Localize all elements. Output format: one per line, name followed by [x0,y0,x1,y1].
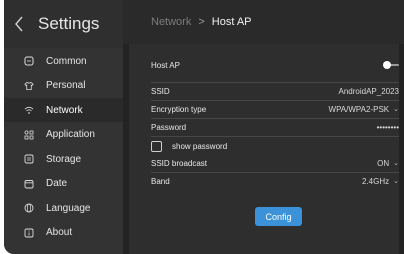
apps-icon [24,129,34,140]
breadcrumb-separator: > [198,16,205,28]
square-icon [24,56,34,66]
sidebar-item-label: Language [46,202,91,214]
host-ap-label: Host AP [151,60,180,70]
page-title: Host AP [211,16,252,28]
sidebar-item-label: Network [46,104,83,116]
ssid-broadcast-label: SSID broadcast [151,158,208,168]
show-password-label: show password [172,141,228,151]
password-row[interactable]: Password •••••••• [151,118,399,136]
breadcrumb: Network > Host AP [123,0,404,44]
encryption-select[interactable]: WPA/WPA2-PSK ⌄ [329,105,399,114]
ssid-broadcast-select[interactable]: ON ⌄ [377,159,399,168]
ssid-value[interactable]: AndroidAP_2023 [339,87,400,96]
storage-icon [24,154,34,164]
back-chevron-icon[interactable] [14,14,28,34]
chevron-down-icon: ⌄ [393,178,399,185]
calendar-icon [24,179,34,189]
info-icon [24,228,34,238]
sidebar-item-language[interactable]: Language [4,196,123,220]
config-button[interactable]: Config [255,207,302,226]
shirt-icon [24,81,34,91]
band-value: 2.4GHz [362,176,390,186]
host-ap-row: Host AP [151,58,399,72]
sidebar-item-label: About [46,227,73,238]
ssid-row[interactable]: SSID AndroidAP_2023 [151,82,399,100]
sidebar-item-label: Application [46,129,95,140]
show-password-row[interactable]: show password [151,138,399,154]
sidebar-item-label: Personal [46,80,86,91]
sidebar-item-label: Storage [46,153,82,165]
main-content: Network > Host AP Host AP SSID AndroidAP… [123,0,404,254]
settings-window: Settings Common Personal Network Applica… [4,0,404,254]
sidebar-item-date[interactable]: Date [4,172,123,196]
sidebar-item-label: Common [46,55,87,67]
password-field[interactable]: •••••••• [377,123,399,132]
sidebar-item-personal[interactable]: Personal [4,74,123,98]
chevron-down-icon: ⌄ [393,160,399,167]
show-password-checkbox[interactable] [151,140,162,152]
globe-icon [24,203,34,213]
password-label: Password [151,122,187,132]
sidebar-item-about[interactable]: About [4,221,123,245]
band-select[interactable]: 2.4GHz ⌄ [362,177,399,186]
encryption-label: Encryption type [151,104,207,114]
ssid-broadcast-row[interactable]: SSID broadcast ON ⌄ [151,154,399,172]
host-ap-toggle[interactable] [383,61,399,69]
sidebar-item-network[interactable]: Network [4,98,123,122]
sidebar-item-storage[interactable]: Storage [4,147,123,171]
sidebar-header: Settings [4,0,123,48]
sidebar-title: Settings [38,14,100,33]
band-row[interactable]: Band 2.4GHz ⌄ [151,172,399,190]
ssid-label: SSID [151,86,170,96]
band-label: Band [151,176,170,186]
ssid-broadcast-value: ON [377,158,390,168]
divider [151,136,399,137]
sidebar-item-common[interactable]: Common [4,49,123,73]
sidebar-item-label: Date [46,178,68,189]
encryption-value: WPA/WPA2-PSK [328,104,390,114]
encryption-row[interactable]: Encryption type WPA/WPA2-PSK ⌄ [151,100,399,118]
sidebar: Settings Common Personal Network Applica… [4,0,123,254]
sidebar-item-application[interactable]: Application [4,123,123,147]
wifi-icon [24,105,34,115]
breadcrumb-parent[interactable]: Network [151,16,191,28]
chevron-down-icon: ⌄ [393,106,399,113]
